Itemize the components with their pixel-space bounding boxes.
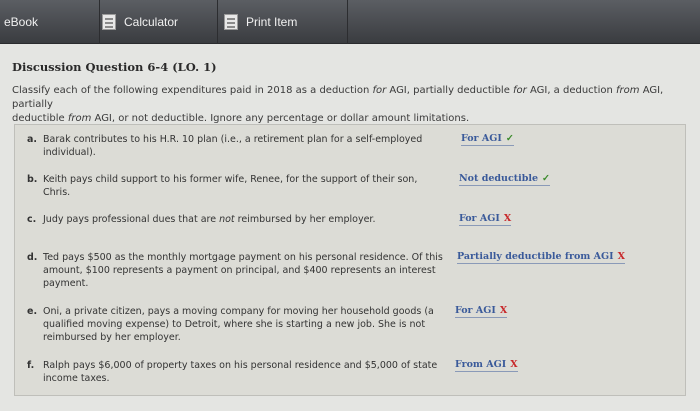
item-text-line: amount, $100 represents a payment on pri… (43, 265, 436, 276)
answer-c[interactable]: For AGI X (459, 213, 512, 226)
item-letter: e. (27, 306, 38, 317)
item-letter: a. (27, 134, 38, 145)
calculator-icon (102, 13, 116, 30)
question-title: Discussion Question 6-4 (LO. 1) (12, 60, 217, 74)
item-b: b. Keith pays child support to his former… (27, 173, 447, 199)
x-mark-icon: X (499, 305, 508, 316)
ebook-label: eBook (4, 14, 39, 29)
item-text-line: Keith pays child support to his former w… (43, 174, 418, 185)
item-a: a. Barak contributes to his H.R. 10 plan … (27, 133, 447, 159)
item-text-line: reimbursed by her employer. (43, 332, 181, 343)
item-letter: c. (27, 214, 37, 225)
question-content: Discussion Question 6-4 (LO. 1) Classify… (0, 44, 700, 411)
item-letter: d. (27, 252, 38, 263)
item-text-line: Chris. (43, 187, 71, 198)
answer-text: For AGI (461, 133, 502, 144)
item-text-line: qualified moving expense) to Detroit, wh… (43, 319, 426, 330)
answer-text: For AGI (455, 305, 496, 316)
answer-f[interactable]: From AGI X (455, 359, 518, 372)
calculator-label: Calculator (124, 14, 179, 29)
instruction-line-1: Classify each of the following expenditu… (12, 85, 664, 110)
answer-a[interactable]: For AGI ✓ (461, 133, 514, 146)
x-mark-icon: X (617, 251, 625, 262)
item-e: e. Oni, a private citizen, pays a moving … (27, 305, 447, 344)
answer-e[interactable]: For AGI X (455, 305, 508, 318)
item-text-line: income taxes. (43, 373, 110, 384)
answer-text: Partially deductible from AGI (457, 251, 614, 262)
print-item-button[interactable]: Print Item (218, 0, 348, 44)
x-mark-icon: X (510, 359, 518, 370)
item-d: d. Ted pays $500 as the monthly mortgage … (27, 251, 457, 290)
item-letter: b. (27, 174, 38, 185)
top-toolbar: eBook Calculator Print Item (0, 0, 700, 44)
item-text-line: Judy pays professional dues that are not… (43, 214, 376, 225)
answer-text: Not deductible (459, 173, 539, 184)
answer-text: For AGI (459, 213, 500, 224)
item-c: c. Judy pays professional dues that are n… (27, 213, 447, 226)
question-instructions: Classify each of the following expenditu… (12, 84, 692, 126)
calculator-button[interactable]: Calculator (100, 0, 218, 44)
answer-text: From AGI (455, 359, 507, 370)
x-mark-icon: X (503, 213, 512, 224)
item-letter: f. (27, 360, 35, 371)
item-text-line: individual). (43, 147, 96, 158)
item-text-line: Barak contributes to his H.R. 10 plan (i… (43, 134, 423, 145)
answer-b[interactable]: Not deductible ✓ (459, 173, 550, 186)
item-text-line: Ted pays $500 as the monthly mortgage pa… (43, 252, 443, 263)
item-text-line: payment. (43, 278, 89, 289)
item-text-line: Ralph pays $6,000 of property taxes on h… (43, 360, 438, 371)
ebook-button[interactable]: eBook (0, 0, 100, 44)
check-icon: ✓ (542, 173, 550, 184)
item-text-line: Oni, a private citizen, pays a moving co… (43, 306, 434, 317)
answer-d[interactable]: Partially deductible from AGI X (457, 251, 625, 264)
item-f: f. Ralph pays $6,000 of property taxes on… (27, 359, 447, 385)
answers-panel: a. Barak contributes to his H.R. 10 plan … (14, 124, 686, 396)
print-icon (224, 13, 238, 30)
print-item-label: Print Item (246, 14, 298, 29)
check-icon: ✓ (505, 133, 514, 144)
